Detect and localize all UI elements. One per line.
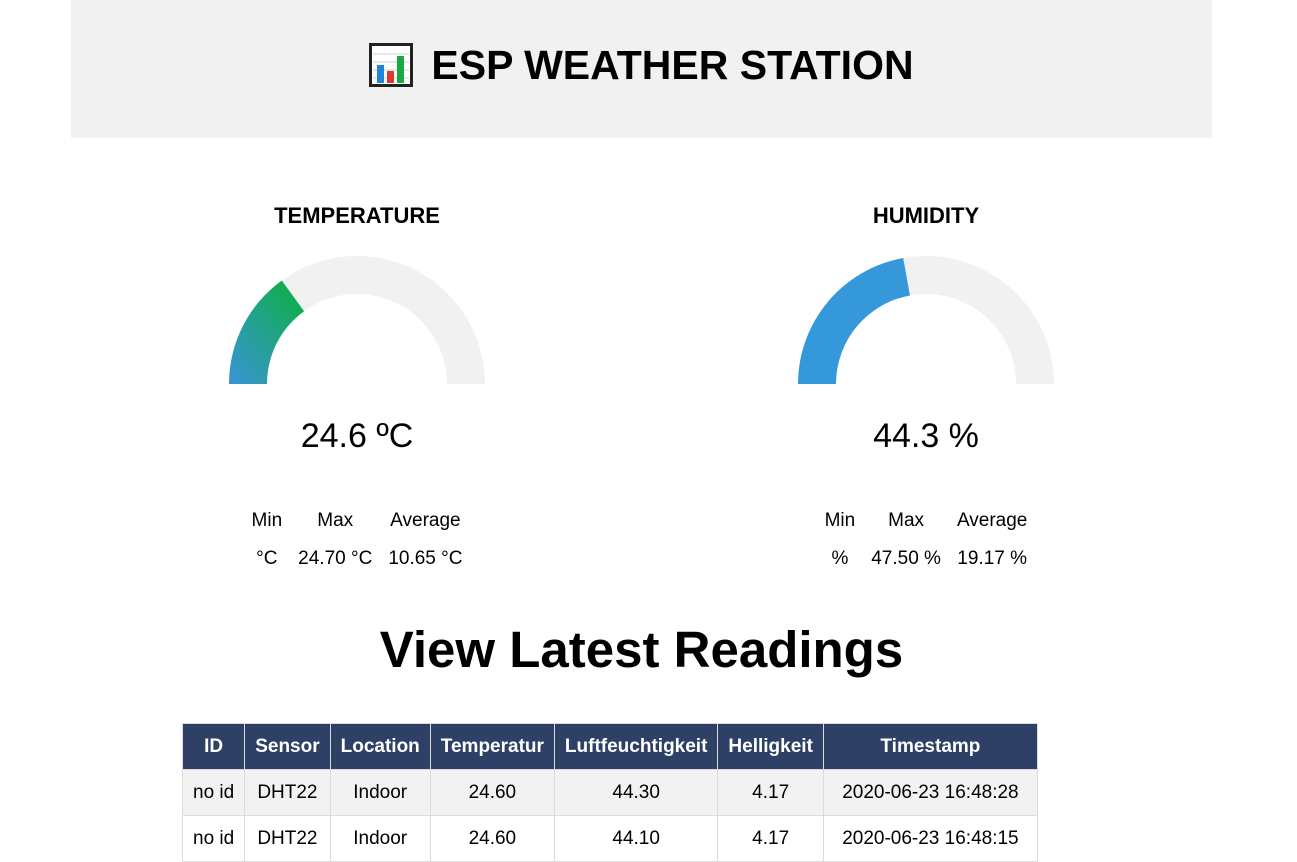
humidity-title: HUMIDITY [872,203,980,228]
page-title-text: ESP WEATHER STATION [431,41,914,88]
temperature-average-label: Average [390,510,461,531]
column-helligkeit: Helligkeit [717,723,824,770]
readings-title: View Latest Readings [379,621,904,678]
column-id: ID [181,723,246,770]
table-row: no id DHT22 Indoor 24.60 44.30 4.17 2020… [181,769,1038,816]
temperature-title: TEMPERATURE [274,203,440,228]
temperature-card: TEMPERATURE 24.6 ºC Min Max Average °C 2… [207,196,507,578]
cell-temperatur: 24.60 [429,769,555,816]
temperature-max-label: Max [317,510,354,531]
column-temperatur: Temperatur [429,723,555,770]
temperature-gauge-fill [229,280,305,384]
bar-chart-icon [369,43,414,87]
humidity-average-label: Average [956,510,1028,531]
readings-header-row: ID Sensor Location Temperatur Luftfeucht… [181,723,1038,770]
readings-table: ID Sensor Location Temperatur Luftfeucht… [181,723,1038,862]
cell-timestamp: 2020-06-23 16:48:28 [822,769,1038,816]
humidity-value: 44.3 % [873,417,979,455]
cell-luftfeuchtigkeit: 44.30 [553,769,719,816]
cell-id: no id [181,769,246,816]
humidity-gauge [798,256,1054,384]
temperature-min-label: Min [251,510,283,531]
column-location: Location [329,723,431,770]
temperature-max-value: 24.70 °C [298,548,373,569]
temperature-gauge [229,256,485,384]
humidity-stats: Min Max Average % 47.50 % 19.17 % [817,502,1036,578]
cell-location: Indoor [329,769,431,816]
page-title: ESP WEATHER STATION [369,41,914,89]
humidity-min-value: % [831,548,849,569]
column-luftfeuchtigkeit: Luftfeuchtigkeit [553,723,719,770]
cell-sensor: DHT22 [244,769,331,816]
temperature-average-value: 10.65 °C [388,548,463,569]
temperature-min-value: °C [256,548,278,569]
column-sensor: Sensor [244,723,331,770]
humidity-card: HUMIDITY 44.3 % Min Max Average % 47.50 … [776,196,1076,578]
humidity-max-label: Max [888,510,925,531]
temperature-value: 24.6 ºC [300,417,414,455]
humidity-average-value: 19.17 % [957,548,1028,569]
column-timestamp: Timestamp [822,723,1038,770]
humidity-gauge-fill [798,258,910,384]
humidity-max-value: 47.50 % [871,548,941,569]
header-bar: ESP WEATHER STATION [71,0,1212,138]
cell-helligkeit: 4.17 [717,769,824,816]
temperature-stats: Min Max Average °C 24.70 °C 10.65 °C [244,502,471,578]
humidity-min-label: Min [824,510,856,531]
